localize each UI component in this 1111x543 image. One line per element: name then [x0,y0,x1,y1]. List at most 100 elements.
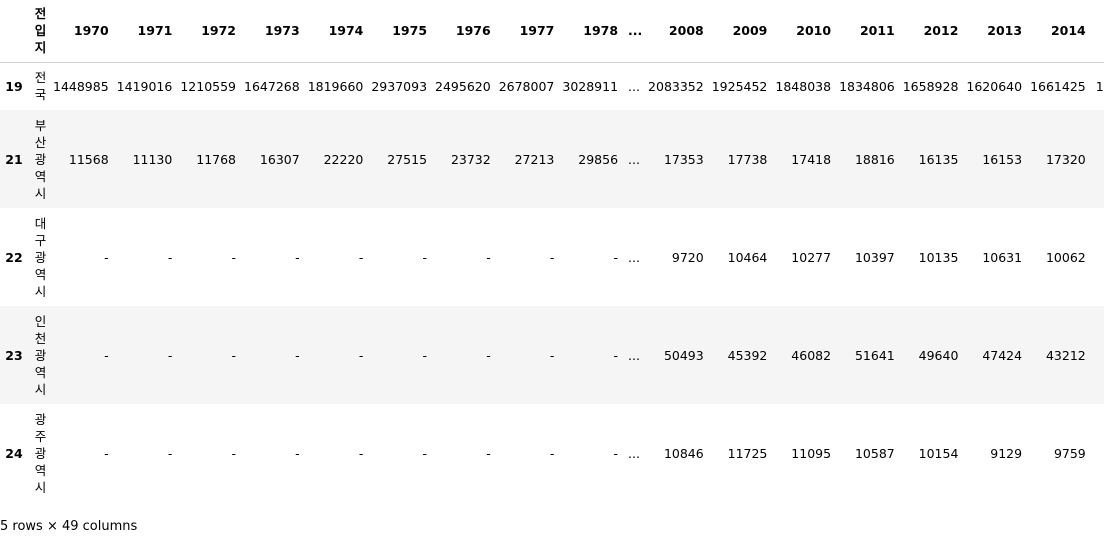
table-cell-overflow [1094,306,1104,404]
table-cell: 1419016 [116,78,173,94]
table-cell: 10631 [982,249,1023,265]
table-cell: 1647268 [244,78,300,94]
table-cell: 17320 [1045,151,1086,167]
table-cell: 1448985 [53,78,109,94]
table-cell-ellipsis: ... [628,78,640,94]
table-cell: - [549,445,555,461]
table-cell: 2495620 [435,78,491,94]
table-cell: 45392 [727,347,768,363]
table-cell: 1848038 [775,78,832,94]
table-cell: 1834806 [839,78,895,94]
table-cell: - [167,347,173,363]
table-cell: 43212 [1045,347,1086,363]
column-header-year: 2012 [902,0,967,63]
row-region-name-label: 인천광역시 [34,313,47,397]
column-header-year: 1970 [53,0,117,63]
table-cell: - [549,347,555,363]
table-cell: - [613,445,619,461]
table-cell: 46082 [791,347,832,363]
table-row: 22 대구광역시 - - - - - - - - -... 9720 10464 10277 10397 10… [0,208,1104,306]
table-cell: 11568 [68,151,109,167]
table-cell: - [295,249,300,265]
table-cell-ellipsis: ... [628,151,640,167]
column-header-year: 1971 [116,0,181,63]
column-header-index [0,0,28,63]
table-cell: 51641 [854,347,895,363]
row-region-name: 부산광역시 [28,110,53,208]
table-cell: 10587 [854,445,895,461]
table-cell: - [295,445,300,461]
column-header-year: 1975 [371,0,436,63]
table-cell: 27515 [387,151,428,167]
table-cell: 11725 [727,445,768,461]
table-row: 23 인천광역시 - - - - - - - - -... 50493 45392 46082 51641 4… [0,306,1104,404]
column-header-year: 1973 [244,0,308,63]
table-cell: - [231,445,237,461]
table-cell: 9720 [671,249,704,265]
table-cell: - [104,249,109,265]
column-header-name-label: 전입지 [34,6,47,56]
column-header-year: 1972 [180,0,245,63]
row-region-name: 대구광역시 [28,208,53,306]
table-cell: 17738 [727,151,768,167]
column-header-year: 2009 [711,0,776,63]
table-cell: 11768 [196,151,237,167]
table-cell-overflow [1094,208,1104,306]
table-cell: 2083352 [648,78,704,94]
table-cell: - [486,347,491,363]
table-cell: 1210559 [180,78,237,94]
row-region-name: 전국 [28,62,53,110]
column-header-overflow [1093,0,1104,63]
row-region-name-label: 전국 [34,70,47,103]
table-cell: - [486,249,491,265]
table-cell: 11095 [791,445,832,461]
column-header-year: 1977 [498,0,563,63]
table-row: 19 전국 1448985 1419016 1210559 1647268 1819660 2… [0,62,1104,110]
column-header-year: 1974 [307,0,372,63]
column-header-year: 1976 [435,0,499,63]
table-cell: 16135 [918,151,959,167]
table-cell: 49640 [918,347,959,363]
table-cell: 10846 [663,445,704,461]
table-cell: 16307 [259,151,300,167]
row-region-name: 인천광역시 [28,306,53,404]
table-cell: - [358,347,364,363]
column-header-year: 2013 [966,0,1031,63]
table-cell: 11130 [132,151,173,167]
dataframe-container: 전입지 1970 1971 1972 1973 1974 1975 1976 1977 1978.… [0,0,1104,502]
table-cell: 47424 [982,347,1023,363]
table-cell: 9129 [990,445,1023,461]
table-cell: 10464 [727,249,768,265]
table-cell: - [549,249,555,265]
header-row: 전입지 1970 1971 1972 1973 1974 1975 1976 1977 1978.… [0,0,1104,63]
table-cell: 1925452 [711,78,768,94]
table-cell: - [358,445,364,461]
table-cell: - [167,445,173,461]
table-cell: - [613,249,619,265]
row-region-name-label: 대구광역시 [34,215,47,299]
column-header-year: 2014 [1030,0,1094,63]
table-cell-overflow [1094,110,1104,208]
notebook-output: 전입지 1970 1971 1972 1973 1974 1975 1976 1977 1978.… [0,0,1111,543]
column-header-year: 2011 [839,0,903,63]
table-cell: 10154 [918,445,959,461]
table-cell: - [231,249,237,265]
row-index: 23 [5,347,23,363]
table-cell: 27213 [514,151,555,167]
table-cell-ellipsis: ... [628,347,640,363]
table-cell-overflow: 1 [1095,78,1104,94]
table-cell: 16153 [982,151,1023,167]
row-index: 22 [5,249,23,265]
table-cell: - [613,347,619,363]
table-cell: - [422,445,428,461]
table-cell-overflow [1094,404,1104,502]
column-header-year: 1978 [562,0,627,63]
table-cell: 1658928 [902,78,959,94]
table-cell: 18816 [854,151,895,167]
table-cell: - [167,249,173,265]
table-cell-ellipsis: ... [628,445,640,461]
column-header-year: 2008 [648,0,712,63]
table-cell: 1620640 [966,78,1023,94]
row-index: 21 [5,151,23,167]
row-index: 24 [5,445,23,461]
